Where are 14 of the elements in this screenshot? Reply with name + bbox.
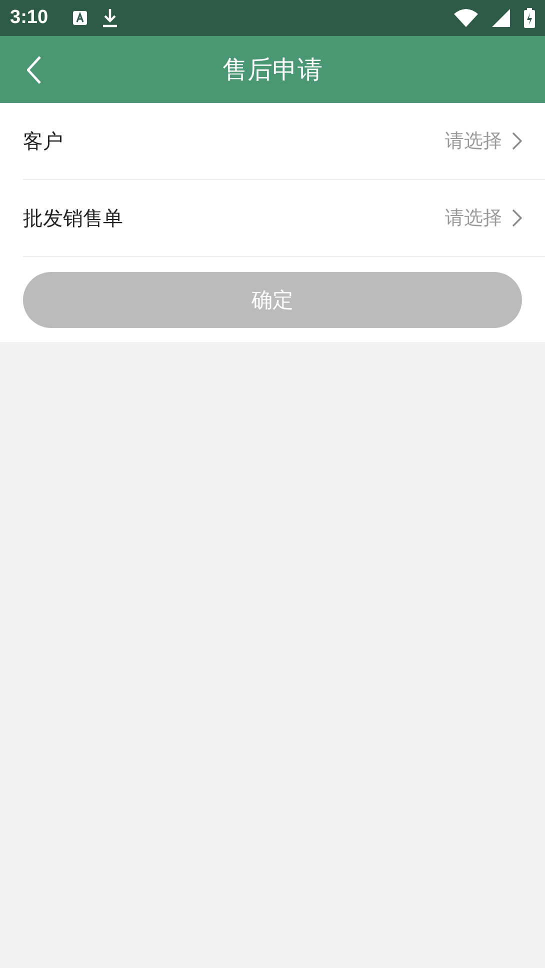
field-label: 批发销售单 [23, 204, 124, 232]
chevron-right-icon [512, 132, 522, 150]
text-notification-icon [72, 10, 88, 26]
back-icon [27, 56, 41, 84]
select-field[interactable]: 请选择 [445, 128, 522, 154]
battery-icon [524, 8, 535, 28]
field-label: 客户 [23, 128, 64, 154]
page-title: 售后申请 [222, 54, 322, 86]
select-field[interactable]: 请选择 [445, 205, 522, 231]
wifi-icon [454, 9, 478, 27]
status-time: 3:10 [10, 7, 48, 29]
download-icon [102, 8, 118, 28]
chevron-right-icon [512, 209, 522, 227]
signal-icon [492, 9, 510, 27]
